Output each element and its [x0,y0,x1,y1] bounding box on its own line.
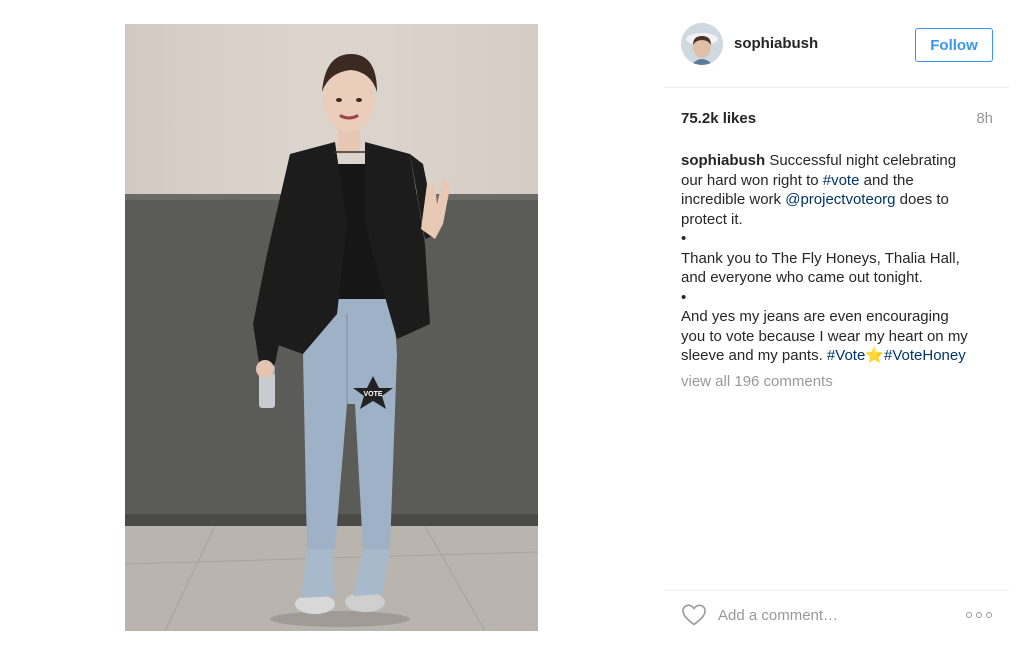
heart-outline-icon[interactable] [681,603,707,627]
post-time[interactable]: 8h [976,110,993,127]
caption-text: Successful night celebrating [765,152,957,169]
hashtag-vote[interactable]: #vote [823,172,860,189]
avatar[interactable] [681,23,723,65]
caption-text: sleeve and my pants. [681,347,827,364]
caption-username[interactable]: sophiabush [681,152,765,169]
post-caption: sophiabush Successful night celebrating … [681,151,999,366]
caption-text: does to [895,191,949,208]
star-emoji-icon: ⭐ [865,347,884,364]
comment-bar [664,590,1009,640]
post-header: sophiabush Follow [664,0,1009,88]
caption-line: and everyone who came out tonight. [681,269,923,286]
dot-icon [976,612,982,618]
dot-icon [966,612,972,618]
post-photo[interactable]: VOTE [125,24,538,631]
caption-line: Thank you to The Fly Honeys, Thalia Hall… [681,249,960,267]
hashtag-votehoney[interactable]: #VoteHoney [884,347,966,364]
caption-bullet: • [681,288,687,306]
vote-patch-text: VOTE [363,391,382,398]
caption-line: sophiabush Successful night celebrating [681,151,999,171]
caption-text: incredible work [681,191,786,208]
username[interactable]: sophiabush [734,35,818,52]
caption-bullet: • [681,230,687,247]
caption-line: And yes my jeans are even encouraging [681,308,949,325]
caption-line: you to vote because I wear my heart on m… [681,327,968,345]
dot-icon [986,612,992,618]
comment-input[interactable] [718,603,948,627]
post-modal: VOTE sophiabush Follow 75.2k likes 8h so… [0,0,1024,659]
mention-projectvoteorg[interactable]: @projectvoteorg [785,191,895,208]
more-options-icon[interactable] [966,607,994,623]
follow-button[interactable]: Follow [915,28,993,62]
caption-line: our hard won right to #vote and the [681,171,999,191]
caption-line: sleeve and my pants. #Vote⭐#VoteHoney [681,346,999,366]
caption-line: protect it. [681,210,743,228]
caption-text: our hard won right to [681,171,823,189]
likes-count[interactable]: 75.2k likes [681,110,756,127]
view-all-comments-link[interactable]: view all 196 comments [681,373,833,390]
photo-illustration: VOTE [125,24,538,631]
hashtag-vote-2[interactable]: #Vote [827,347,865,364]
caption-line: incredible work @projectvoteorg does to [681,190,999,210]
caption-text: and the [859,171,914,189]
post-sidebar: sophiabush Follow 75.2k likes 8h sophiab… [664,0,1024,659]
